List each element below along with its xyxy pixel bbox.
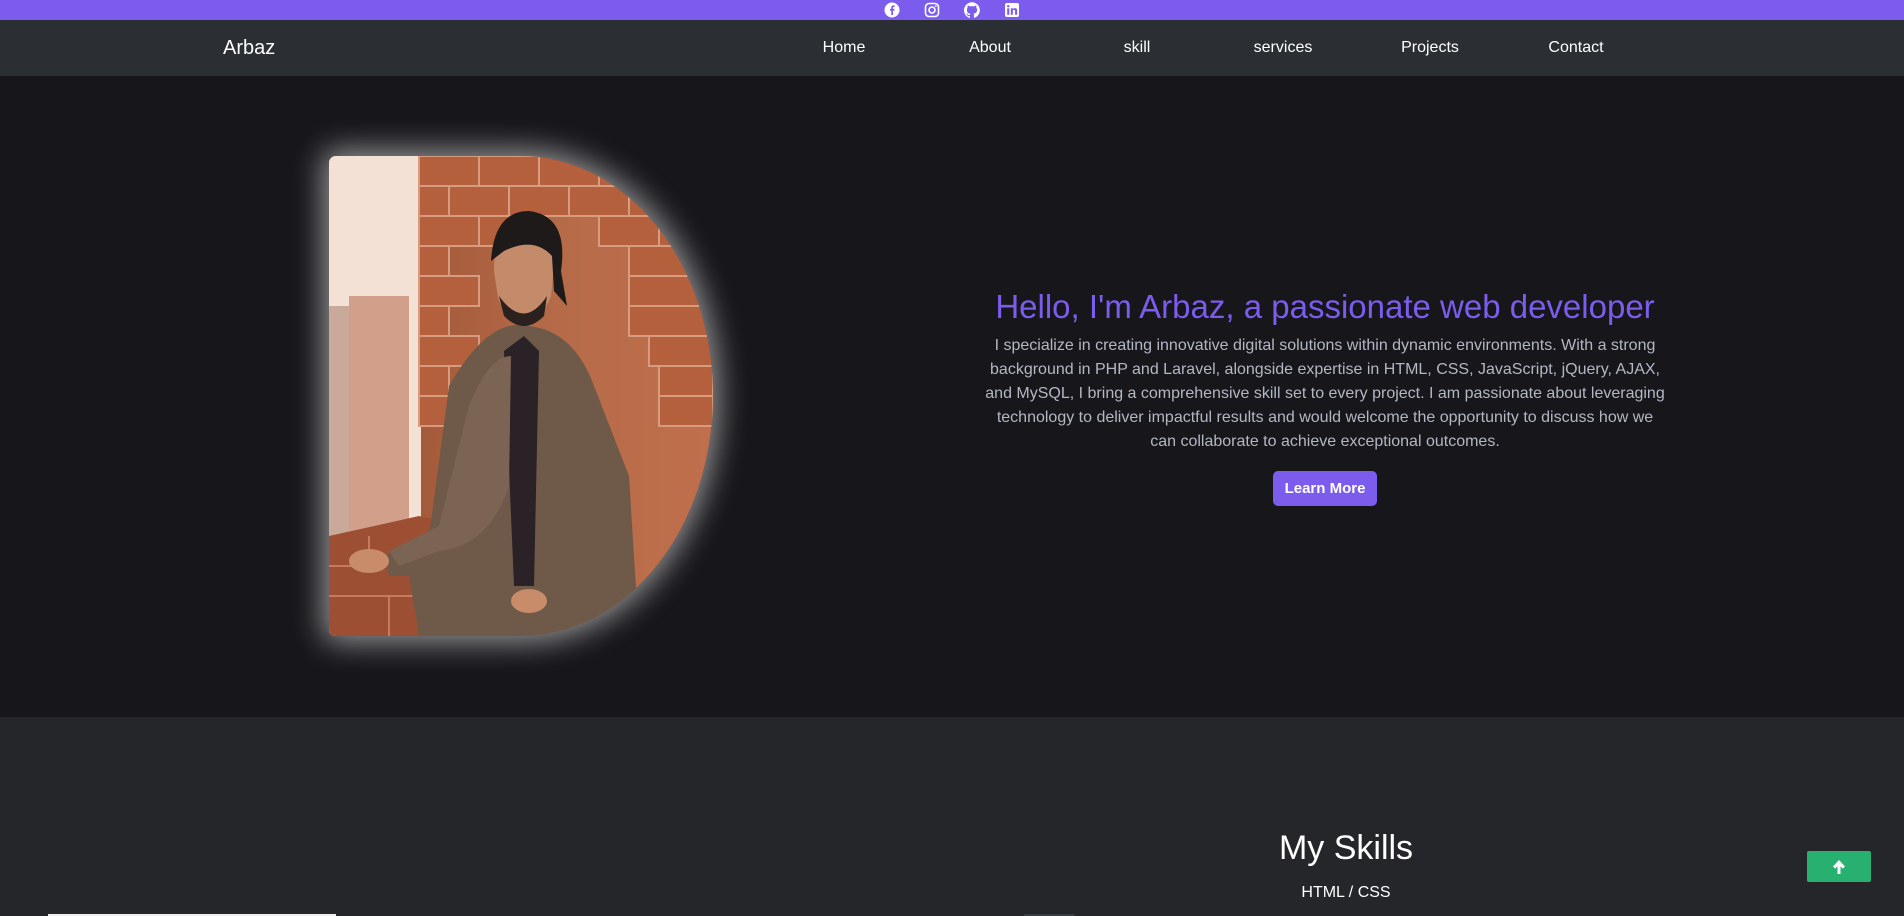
- nav-links: Home About skill services Projects Conta…: [0, 20, 1904, 76]
- nav-link-projects[interactable]: Projects: [1401, 20, 1459, 76]
- profile-photo: [329, 156, 713, 636]
- learn-more-button[interactable]: Learn More: [1272, 471, 1378, 506]
- nav-link-about[interactable]: About: [969, 20, 1011, 76]
- hero-section: Hello, I'm Arbaz, a passionate web devel…: [0, 76, 1904, 717]
- social-bar: [0, 0, 1904, 20]
- skill-label-html-css: HTML / CSS: [1301, 884, 1391, 901]
- instagram-icon[interactable]: [922, 0, 942, 20]
- hero-description: I specialize in creating innovative digi…: [985, 337, 1665, 450]
- nav-link-home[interactable]: Home: [823, 20, 866, 76]
- hero-text: Hello, I'm Arbaz, a passionate web devel…: [985, 286, 1665, 506]
- linkedin-icon[interactable]: [1002, 0, 1022, 20]
- hero-title: Hello, I'm Arbaz, a passionate web devel…: [995, 288, 1655, 325]
- navbar: Arbaz Home About skill services Projects…: [0, 20, 1904, 76]
- github-icon[interactable]: [962, 0, 982, 20]
- nav-link-skill[interactable]: skill: [1124, 20, 1151, 76]
- back-to-top-button[interactable]: [1807, 851, 1871, 882]
- facebook-icon[interactable]: [882, 0, 902, 20]
- skills-section: My Skills HTML / CSS: [0, 717, 1904, 916]
- arrow-up-icon: [1833, 859, 1845, 874]
- skills-title: My Skills: [1278, 829, 1414, 867]
- nav-link-services[interactable]: services: [1254, 20, 1313, 76]
- nav-link-contact[interactable]: Contact: [1548, 20, 1603, 76]
